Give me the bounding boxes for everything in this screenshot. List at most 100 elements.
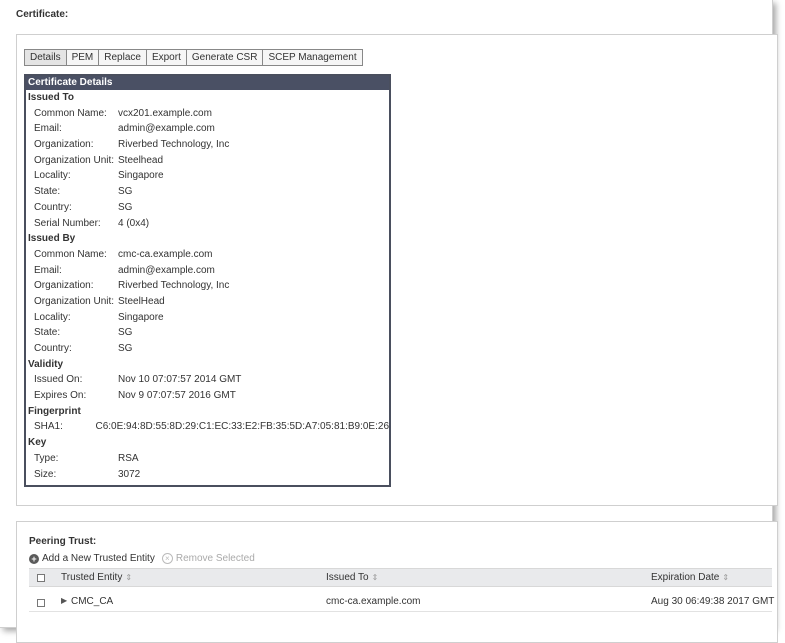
detail-row: Organization: Riverbed Technology, Inc xyxy=(26,278,389,294)
detail-value: SG xyxy=(118,343,133,354)
detail-key: Country: xyxy=(34,201,72,213)
group-heading-issued-by: Issued By xyxy=(28,233,76,245)
detail-value: SteelHead xyxy=(118,295,165,307)
peering-toolbar: + Add a New Trusted Entity × Remove Sele… xyxy=(29,553,255,564)
detail-key: Organization Unit: xyxy=(34,154,115,166)
detail-value: cmc-ca.example.com xyxy=(118,248,213,260)
detail-value: 3072 xyxy=(118,468,141,480)
row-issued-to: cmc-ca.example.com xyxy=(326,596,421,607)
window-frame: Certificate: Details PEM Replace Export … xyxy=(0,0,778,643)
col-trusted-entity[interactable]: Trusted Entity ⇕ xyxy=(61,572,132,583)
certificate-details-header: Certificate Details xyxy=(26,76,389,90)
detail-row: Size: 3072 xyxy=(26,467,389,483)
col-trusted-entity-label: Trusted Entity xyxy=(61,572,123,583)
row-divider xyxy=(29,611,772,612)
detail-key: State: xyxy=(34,186,61,198)
detail-value: RSA xyxy=(118,452,139,464)
tab-export[interactable]: Export xyxy=(145,49,187,66)
group-heading-issued-to: Issued To xyxy=(28,92,74,103)
detail-value: Nov 10 07:07:57 2014 GMT xyxy=(118,374,242,386)
detail-value: Riverbed Technology, Inc xyxy=(118,280,230,292)
detail-key: Issued On: xyxy=(34,374,83,386)
sort-icon: ⇕ xyxy=(371,573,379,582)
group-heading-fingerprint: Fingerprint xyxy=(28,405,81,417)
detail-value: Singapore xyxy=(118,170,164,182)
sort-icon: ⇕ xyxy=(125,573,133,582)
detail-row: Serial Number: 4 (0x4) xyxy=(26,216,389,232)
group-heading-validity: Validity xyxy=(28,358,64,370)
row-checkbox[interactable] xyxy=(37,599,45,607)
tab-scep-management[interactable]: SCEP Management xyxy=(262,49,363,66)
remove-selected-link[interactable]: Remove Selected xyxy=(176,553,255,564)
remove-icon: × xyxy=(161,553,173,564)
detail-row: Country: SG xyxy=(26,200,389,216)
col-expiration-date-label: Expiration Date xyxy=(651,572,720,583)
detail-row: Common Name: cmc-ca.example.com xyxy=(26,247,389,263)
detail-value: Singapore xyxy=(118,311,164,323)
expand-arrow-icon[interactable]: ▶ xyxy=(61,596,67,605)
detail-key: Email: xyxy=(34,123,62,135)
group-heading-key: Key xyxy=(28,437,47,449)
detail-key: Common Name: xyxy=(34,107,107,119)
detail-row: SHA1: C6:0E:94:8D:55:8D:29:C1:EC:33:E2:FB… xyxy=(26,419,389,435)
detail-value: SG xyxy=(118,186,133,198)
detail-value: admin@example.com xyxy=(118,264,215,276)
detail-key: Country: xyxy=(34,343,72,354)
detail-row: Locality: Singapore xyxy=(26,310,389,326)
row-trusted-entity: CMC_CA xyxy=(71,596,114,607)
detail-row: Organization: Riverbed Technology, Inc xyxy=(26,137,389,153)
col-issued-to-label: Issued To xyxy=(326,572,369,583)
detail-key: Size: xyxy=(34,468,57,480)
sort-icon: ⇕ xyxy=(722,573,730,582)
detail-value: 4 (0x4) xyxy=(118,217,150,229)
tab-replace[interactable]: Replace xyxy=(98,49,147,66)
detail-row: Organization Unit: SteelHead xyxy=(26,294,389,310)
peering-table-header: Trusted Entity ⇕ Issued To ⇕ Expiration Da… xyxy=(29,568,772,587)
detail-key: Serial Number: xyxy=(34,217,101,229)
detail-value: C6:0E:94:8D:55:8D:29:C1:EC:33:E2:FB:35:5… xyxy=(95,421,389,433)
detail-row: Common Name: vcx201.example.com xyxy=(26,106,389,122)
detail-value: Riverbed Technology, Inc xyxy=(118,139,230,151)
certificate-tabs: Details PEM Replace Export Generate CSR … xyxy=(24,49,363,66)
detail-row: State: SG xyxy=(26,325,389,341)
detail-key: Email: xyxy=(34,264,62,276)
col-issued-to[interactable]: Issued To ⇕ xyxy=(326,572,378,583)
certificate-details-body: Issued To Common Name: vcx201.example.com E… xyxy=(26,90,389,482)
detail-key: Organization Unit: xyxy=(34,295,115,307)
detail-value: SG xyxy=(118,327,133,339)
detail-row: Email: admin@example.com xyxy=(26,121,389,137)
detail-row: Organization Unit: Steelhead xyxy=(26,153,389,169)
add-trusted-entity-link[interactable]: Add a New Trusted Entity xyxy=(42,553,155,564)
detail-value: SG xyxy=(118,201,133,213)
detail-row: State: SG xyxy=(26,184,389,200)
col-expiration-date[interactable]: Expiration Date ⇕ xyxy=(651,572,729,583)
detail-key: State: xyxy=(34,327,61,339)
tab-details[interactable]: Details xyxy=(24,49,67,66)
detail-key: SHA1: xyxy=(34,421,63,433)
detail-value: Nov 9 07:07:57 2016 GMT xyxy=(118,390,236,402)
detail-key: Organization: xyxy=(34,139,94,151)
certificate-details-box: Certificate Details Issued To Common Name… xyxy=(24,74,391,487)
detail-value: Steelhead xyxy=(118,154,164,166)
tab-pem[interactable]: PEM xyxy=(65,49,100,66)
detail-value: vcx201.example.com xyxy=(118,107,212,119)
detail-value: admin@example.com xyxy=(118,123,215,135)
select-all-checkbox[interactable] xyxy=(37,574,45,582)
add-icon: + xyxy=(29,553,39,564)
detail-key: Type: xyxy=(34,452,59,464)
detail-key: Expires On: xyxy=(34,390,87,402)
peering-section-title: Peering Trust: xyxy=(29,536,97,547)
detail-row: Locality: Singapore xyxy=(26,168,389,184)
detail-key: Locality: xyxy=(34,170,71,182)
detail-key: Organization: xyxy=(34,280,94,292)
tab-generate-csr[interactable]: Generate CSR xyxy=(185,49,264,66)
certificate-section-title: Certificate: xyxy=(16,9,69,20)
detail-row: Country: SG xyxy=(26,341,389,357)
row-expiration-date: Aug 30 06:49:38 2017 GMT xyxy=(651,596,775,607)
detail-row: Type: RSA xyxy=(26,451,389,467)
detail-row: Issued On: Nov 10 07:07:57 2014 GMT xyxy=(26,372,389,388)
detail-key: Common Name: xyxy=(34,248,107,260)
detail-key: Locality: xyxy=(34,311,71,323)
detail-row: Expires On: Nov 9 07:07:57 2016 GMT xyxy=(26,388,389,404)
detail-row: Email: admin@example.com xyxy=(26,263,389,279)
